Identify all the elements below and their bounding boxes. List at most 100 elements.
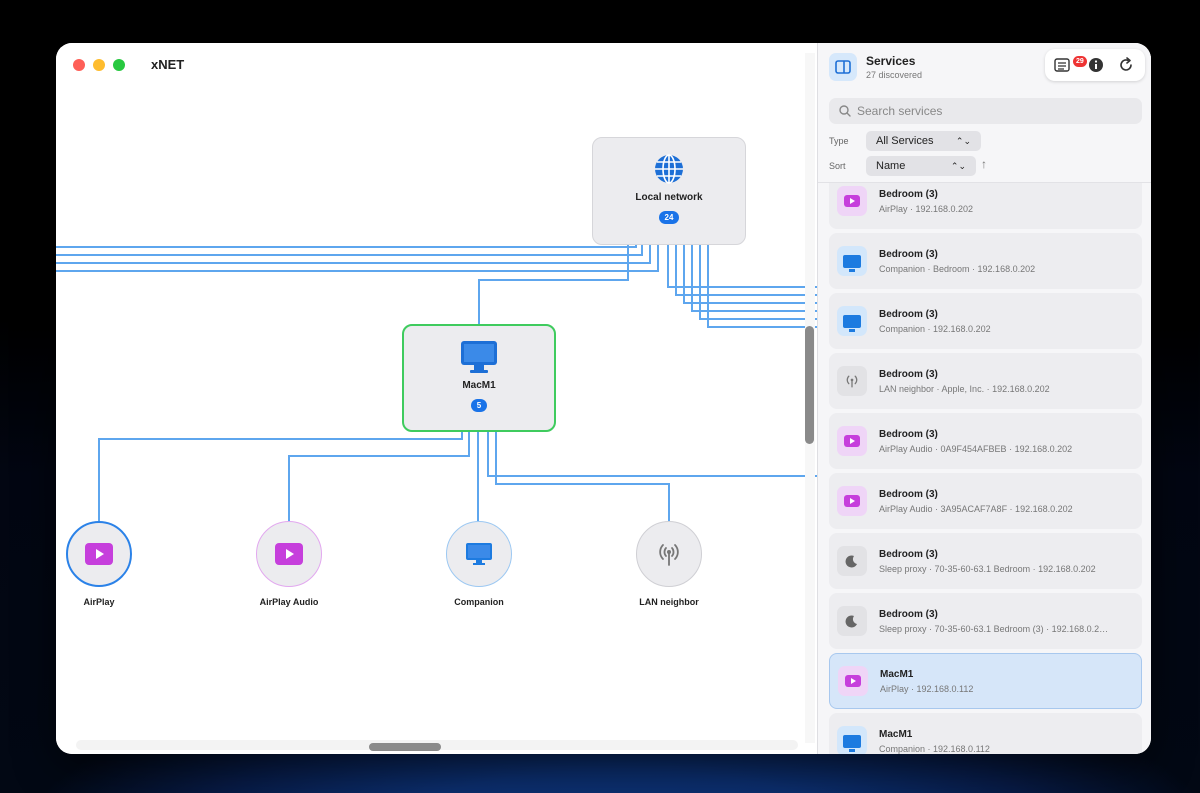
leaf-label: AirPlay Audio	[259, 597, 319, 607]
sort-select[interactable]: Name ⌃⌄	[866, 156, 976, 176]
sort-select-value: Name	[876, 160, 906, 172]
type-select-value: All Services	[876, 135, 934, 147]
info-button[interactable]	[1087, 56, 1105, 74]
service-name: Bedroom (3)	[879, 428, 938, 440]
service-item[interactable]: Bedroom (3) Companion · 192.168.0.202	[829, 293, 1142, 349]
macm1-node[interactable]: MacM1 5	[402, 324, 556, 432]
service-item-selected[interactable]: MacM1 AirPlay · 192.168.0.112	[829, 653, 1142, 709]
airplay-icon	[837, 186, 867, 216]
app-window: xNET Local network 24 MacM1 5 AirPlay Ai…	[56, 43, 1151, 754]
leaf-label: Companion	[454, 597, 504, 607]
service-detail: Companion · Bedroom · 192.168.0.202	[879, 263, 1036, 274]
leaf-label: LAN neighbor	[639, 597, 699, 607]
monitor-icon	[466, 543, 492, 565]
sidebar-icon	[835, 60, 851, 74]
companion-leaf-node[interactable]	[446, 521, 512, 587]
airplay-icon	[837, 426, 867, 456]
moon-icon	[837, 606, 867, 636]
node-label: Local network	[635, 192, 703, 203]
service-name: MacM1	[879, 728, 913, 740]
service-detail: Companion · 192.168.0.112	[879, 743, 990, 754]
airplay-leaf-node[interactable]	[66, 521, 132, 587]
vertical-scrollbar-thumb[interactable]	[805, 326, 814, 444]
lan-neighbor-leaf-node[interactable]	[636, 521, 702, 587]
service-detail: AirPlay Audio · 3A95ACAF7A8F · 192.168.0…	[879, 503, 1073, 514]
wire	[699, 245, 817, 320]
monitor-icon	[837, 726, 867, 754]
node-label: MacM1	[462, 380, 496, 391]
airplay-audio-leaf-node[interactable]	[256, 521, 322, 587]
chevron-updown-icon: ⌃⌄	[950, 160, 966, 171]
sort-label: Sort	[829, 161, 846, 171]
service-item[interactable]: Bedroom (3) AirPlay · 192.168.0.202	[829, 183, 1142, 229]
service-name: Bedroom (3)	[879, 188, 938, 200]
airplay-icon	[838, 666, 868, 696]
service-item[interactable]: Bedroom (3) Sleep proxy · 70-35-60-63.1 B…	[829, 593, 1142, 649]
service-detail: AirPlay · 192.168.0.202	[879, 203, 974, 214]
antenna-icon	[659, 544, 679, 566]
moon-icon	[837, 546, 867, 576]
notification-badge: 29	[1073, 56, 1087, 67]
airplay-icon	[275, 543, 303, 565]
wire	[98, 432, 463, 521]
service-item[interactable]: Bedroom (3) AirPlay Audio · 0A9F454AFBEB …	[829, 413, 1142, 469]
wire	[691, 245, 817, 312]
service-detail: AirPlay · 192.168.0.112	[880, 683, 974, 694]
service-detail: Sleep proxy · 70-35-60-63.1 Bedroom (3) …	[879, 623, 1109, 634]
service-name: Bedroom (3)	[879, 368, 938, 380]
service-item[interactable]: Bedroom (3) AirPlay Audio · 3A95ACAF7A8F …	[829, 473, 1142, 529]
horizontal-scrollbar-thumb[interactable]	[369, 743, 441, 751]
services-sidebar: Services 27 discovered 29 Search service…	[817, 43, 1151, 754]
network-graph-canvas[interactable]: xNET Local network 24 MacM1 5 AirPlay Ai…	[56, 43, 817, 754]
sidebar-header: Services 27 discovered 29 Search service…	[818, 43, 1151, 183]
discovered-count: 27 discovered	[866, 70, 923, 80]
service-item[interactable]: Bedroom (3) Companion · Bedroom · 192.168…	[829, 233, 1142, 289]
sidebar-toggle-button[interactable]	[829, 53, 857, 81]
refresh-button[interactable]	[1117, 56, 1135, 74]
monitor-icon	[837, 246, 867, 276]
services-list[interactable]: Bedroom (3) AirPlay · 192.168.0.202 Bedro…	[818, 183, 1151, 754]
type-select[interactable]: All Services ⌃⌄	[866, 131, 981, 151]
antenna-icon	[837, 366, 867, 396]
service-name: Bedroom (3)	[879, 248, 938, 260]
service-item[interactable]: MacM1 Companion · 192.168.0.112	[829, 713, 1142, 754]
monitor-icon	[461, 341, 497, 373]
service-detail: LAN neighbor · Apple, Inc. · 192.168.0.2…	[879, 383, 1050, 394]
service-name: Bedroom (3)	[879, 608, 938, 620]
list-icon	[1054, 58, 1070, 72]
monitor-icon	[837, 306, 867, 336]
wire	[288, 432, 470, 521]
log-list-button[interactable]: 29	[1053, 56, 1087, 74]
service-item[interactable]: Bedroom (3) Sleep proxy · 70-35-60-63.1 B…	[829, 533, 1142, 589]
airplay-icon	[837, 486, 867, 516]
refresh-icon	[1120, 57, 1132, 71]
node-count-badge: 5	[470, 399, 488, 412]
service-name: Bedroom (3)	[879, 488, 938, 500]
wire	[487, 432, 817, 477]
wire	[667, 245, 817, 288]
sort-direction-button[interactable]: ↑	[981, 157, 987, 171]
leaf-label: AirPlay	[83, 597, 115, 607]
toolbar: 29	[1045, 49, 1145, 81]
search-icon	[839, 105, 851, 117]
search-placeholder: Search services	[857, 104, 943, 118]
globe-icon	[655, 154, 683, 184]
wire	[478, 245, 629, 324]
search-input[interactable]: Search services	[829, 98, 1142, 124]
wire	[56, 245, 637, 248]
sidebar-title: Services	[866, 54, 916, 68]
service-name: Bedroom (3)	[879, 548, 938, 560]
node-count-badge: 24	[658, 211, 680, 224]
service-item[interactable]: Bedroom (3) LAN neighbor · Apple, Inc. · …	[829, 353, 1142, 409]
service-name: MacM1	[880, 668, 914, 680]
service-name: Bedroom (3)	[879, 308, 938, 320]
chevron-updown-icon: ⌃⌄	[955, 135, 971, 146]
local-network-node[interactable]: Local network 24	[592, 137, 746, 245]
service-detail: Sleep proxy · 70-35-60-63.1 Bedroom · 19…	[879, 563, 1096, 574]
airplay-icon	[85, 543, 113, 565]
type-label: Type	[829, 136, 849, 146]
wire	[56, 245, 659, 272]
service-detail: AirPlay Audio · 0A9F454AFBEB · 192.168.0…	[879, 443, 1073, 454]
service-detail: Companion · 192.168.0.202	[879, 323, 991, 334]
info-icon	[1089, 58, 1103, 72]
